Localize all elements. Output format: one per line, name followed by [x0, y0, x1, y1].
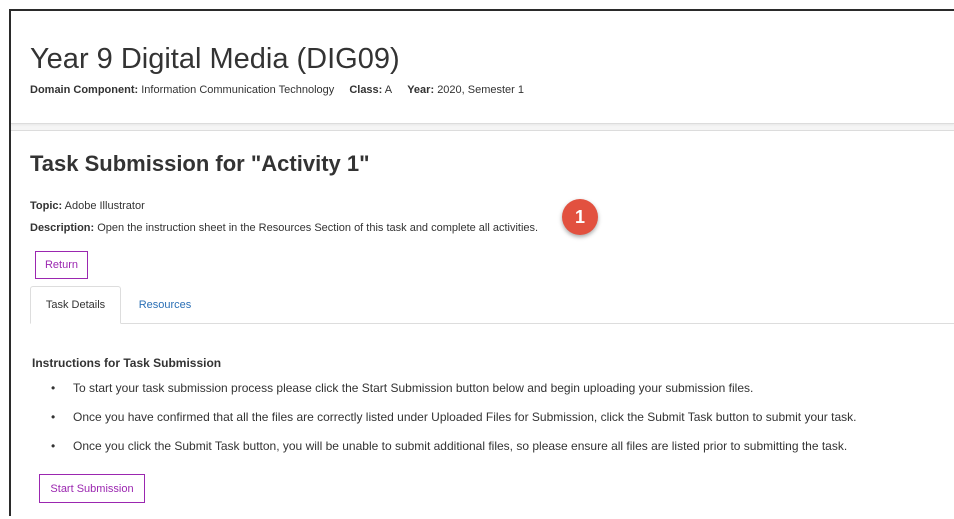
course-title: Year 9 Digital Media (DIG09) — [30, 43, 400, 75]
topic-label: Topic: — [30, 200, 63, 212]
task-title: Task Submission for "Activity 1" — [30, 151, 370, 176]
topic-value: Adobe Illustrator — [64, 200, 145, 212]
description-line: Description: Open the instruction sheet … — [30, 222, 538, 234]
list-item: • To start your task submission process p… — [51, 381, 753, 395]
bullet-icon: • — [51, 439, 56, 453]
class-value: A — [384, 84, 393, 96]
list-item-text: To start your task submission process pl… — [73, 381, 754, 395]
tab-resources[interactable]: Resources — [121, 286, 209, 323]
list-item: • Once you have confirmed that all the fi… — [51, 410, 856, 424]
annotation-badge: 1 — [562, 199, 598, 235]
instructions-heading: Instructions for Task Submission — [32, 356, 222, 370]
course-meta: Domain Component: Information Communicat… — [30, 84, 524, 96]
class-label: Class: — [349, 84, 383, 96]
bullet-icon: • — [51, 410, 56, 424]
list-item-text: Once you click the Submit Task button, y… — [73, 439, 848, 453]
domain-label: Domain Component: — [30, 84, 139, 96]
task-panel: Task Submission for "Activity 1" Topic: … — [11, 130, 954, 519]
description-value: Open the instruction sheet in the Resour… — [97, 222, 539, 234]
app-frame: Year 9 Digital Media (DIG09) Domain Comp… — [9, 9, 954, 519]
return-button[interactable]: Return — [35, 251, 88, 279]
tab-task-details[interactable]: Task Details — [30, 286, 121, 324]
list-item: • Once you click the Submit Task button, … — [51, 439, 847, 453]
tab-bar: Task Details Resources — [30, 286, 954, 324]
bullet-icon: • — [51, 381, 56, 395]
description-label: Description: — [30, 222, 95, 234]
year-value: 2020, Semester 1 — [437, 84, 525, 96]
list-item-text: Once you have confirmed that all the fil… — [73, 410, 857, 424]
start-submission-button[interactable]: Start Submission — [39, 474, 145, 503]
topic-line: Topic: Adobe Illustrator — [30, 200, 145, 212]
year-label: Year: — [407, 84, 435, 96]
domain-value: Information Communication Technology — [141, 84, 335, 96]
course-header: Year 9 Digital Media (DIG09) Domain Comp… — [11, 11, 954, 124]
